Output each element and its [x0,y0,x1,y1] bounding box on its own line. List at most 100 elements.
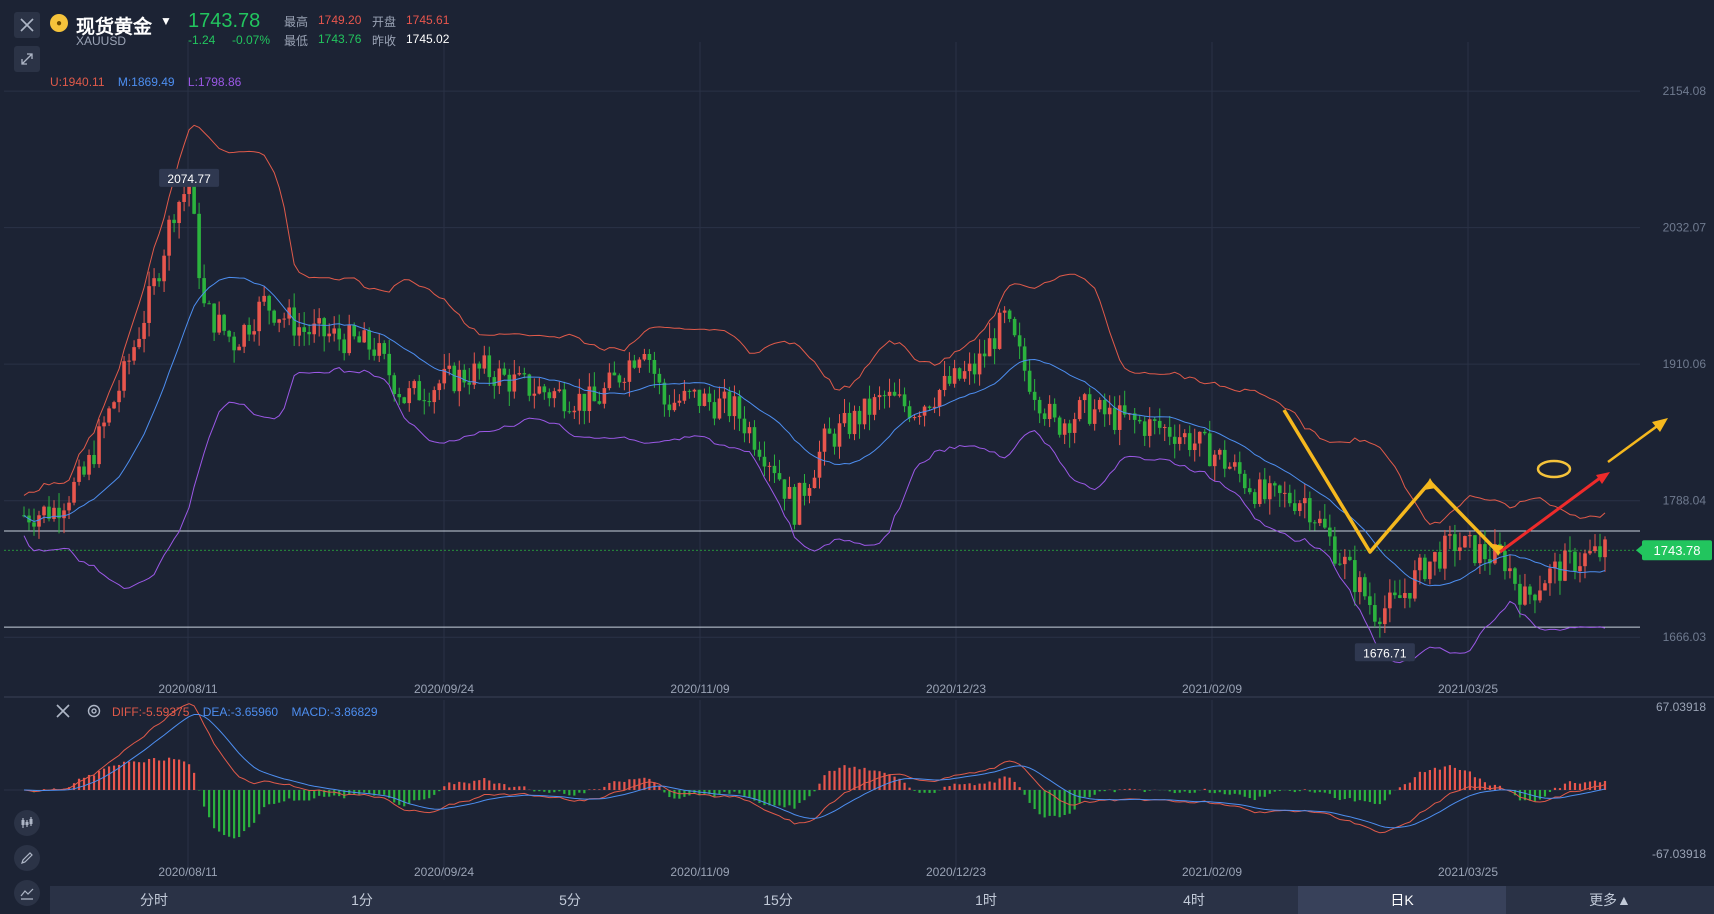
expand-button[interactable] [14,46,40,72]
settings-gear-icon[interactable] [86,703,102,719]
candle-body [362,330,367,343]
candle-body [497,368,502,386]
candle-body [282,318,286,320]
candle-body [872,397,877,415]
candle-body [1593,546,1597,552]
candle-body [1388,592,1392,609]
candle-body [742,418,747,434]
candle-body [1413,570,1417,599]
candle-body [1007,310,1012,319]
candle-body [717,398,722,419]
price-change: -1.24 [188,33,216,47]
close-chart-button[interactable] [14,12,40,38]
candle-body [162,255,166,282]
candle-body [1303,498,1307,504]
candle-body [1478,544,1482,564]
sub-x-tick-label: 2020/09/24 [414,865,474,879]
tab-more[interactable]: 更多▲ [1506,886,1714,914]
candle-body [1207,433,1212,467]
candle-body [212,303,216,333]
candle-body [247,324,251,335]
candle-body [657,373,662,383]
x-tick-label: 2020/11/09 [670,682,729,696]
candle-body [1603,539,1607,558]
last-price: 1743.78 [188,10,261,32]
candle-body [1282,492,1287,494]
candle-body [487,355,492,378]
symbol-dropdown-icon[interactable]: ▼ [160,14,172,28]
candle-body [477,363,482,369]
price-chart[interactable]: 2154.08 2032.07 1910.06 1788.04 1666.03 67.03… [0,0,1714,914]
tab-1min[interactable]: 1分 [258,886,466,914]
candle-body [1533,594,1537,601]
candle-body [1563,550,1567,581]
candle-body [1162,427,1167,429]
candle-body [482,355,487,369]
candle-body [1077,400,1082,420]
tab-1hour[interactable]: 1时 [882,886,1090,914]
candle-body [337,328,341,340]
candle-body [1373,605,1377,622]
high-label: 最高 [284,15,309,29]
candle-body [687,390,692,392]
candle-body [512,374,517,392]
y-tick-label: 1910.06 [1663,357,1707,371]
candle-body [137,338,141,348]
candle-body [712,402,717,419]
trend-tool-button[interactable] [14,880,40,906]
tab-15min[interactable]: 15分 [674,886,882,914]
candle-body [432,390,437,403]
tab-daily[interactable]: 日K [1298,886,1506,914]
macd-legend: DIFF:-5.59375 DEA:-3.65960 MACD:-3.86829 [112,705,388,719]
draw-tool-button[interactable] [14,845,40,871]
chart-background [0,0,1714,914]
candle-body [1197,431,1202,444]
candle-body [1177,437,1182,444]
x-tick-label: 2020/09/24 [414,682,474,696]
candle-body [322,318,326,337]
candle-body [307,331,311,335]
candle-body [1358,577,1362,593]
tab-timeshare[interactable]: 分时 [50,886,258,914]
candle-body [982,353,987,357]
close-indicator-icon[interactable] [55,703,71,719]
candle-body [787,486,792,499]
tab-4hour[interactable]: 4时 [1090,886,1298,914]
max-price-label: 2074.77 [167,172,211,186]
candle-body [1012,318,1017,336]
candle-body [1117,405,1122,430]
macd-dea-value: DEA:-3.65960 [202,705,279,719]
candle-body [662,382,667,405]
candle-body [507,374,512,392]
candle-body [422,400,427,402]
candle-body [827,428,832,434]
candle-body [1523,586,1527,605]
candle-body [1227,466,1232,469]
candle-body [542,386,547,393]
tab-5min[interactable]: 5分 [466,886,674,914]
candle-body [1393,592,1397,596]
candle-body [1032,391,1037,400]
indicator-tool-button[interactable] [14,810,40,836]
candle-body [1508,568,1512,572]
candle-body [1453,534,1457,552]
candle-body [767,465,772,467]
candle-body [1363,577,1367,597]
candle-body [82,466,86,475]
candle-body [562,389,567,412]
candle-body [1313,522,1317,524]
gold-coin-icon: ● [50,14,68,32]
prev-close-label: 昨收 [372,34,397,48]
macd-value: MACD:-3.86829 [291,705,378,719]
sub-y-tick-label: -67.03918 [1652,847,1706,861]
sub-x-tick-label: 2020/11/09 [670,865,729,879]
candle-body [1147,419,1152,436]
candle-body [942,375,947,391]
candle-body [502,368,507,375]
candle-body [147,286,151,323]
open-label: 开盘 [372,15,397,29]
expand-icon [21,53,33,65]
candle-body [832,433,837,447]
candle-body [1328,527,1332,537]
candle-body [1383,608,1387,625]
